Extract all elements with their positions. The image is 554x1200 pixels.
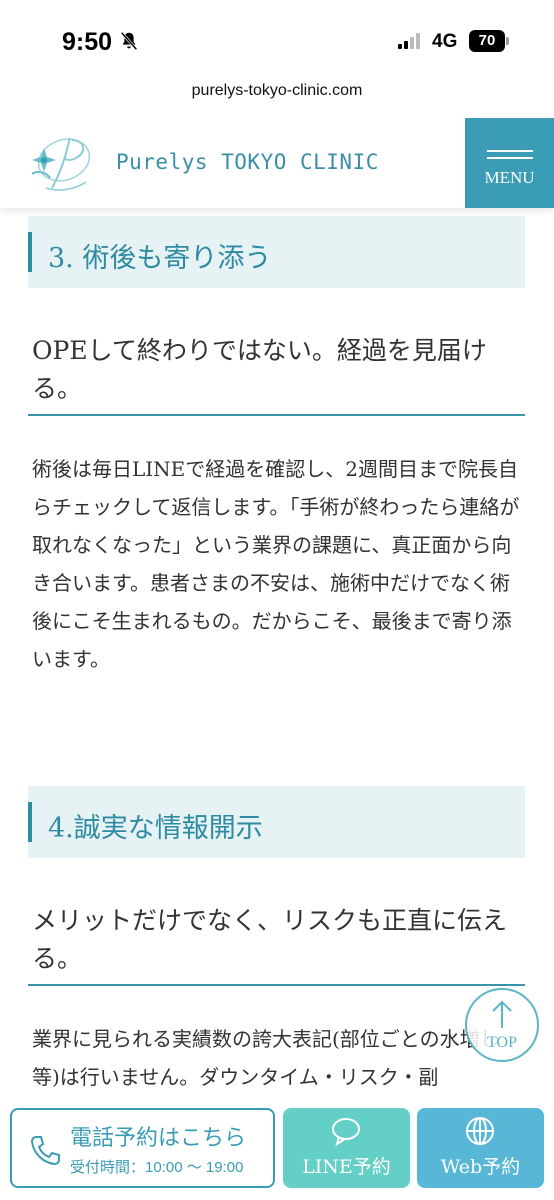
chat-bubble-icon [332,1118,360,1146]
section-subtitle: メリットだけでなく、リスクも正直に伝える。 [32,906,508,973]
globe-icon [466,1117,494,1145]
battery-icon: 70 [469,30,505,52]
network-type: 4G [432,31,458,52]
section-heading: 3. 術後も寄り添う [28,216,525,288]
site-name[interactable]: Purelys TOKYO CLINIC [116,150,379,174]
section-heading-text: 4.誠実な情報開示 [48,813,263,844]
phone-reservation-button[interactable]: 電話予約はこちら 受付時間：10:00 〜 19:00 [10,1108,275,1188]
section-divider [28,414,525,416]
section-heading: 4.誠実な情報開示 [28,786,525,858]
signal-icon [398,33,424,49]
site-header: Purelys TOKYO CLINIC MENU [0,118,554,208]
web-label: Web予約 [440,1156,521,1178]
back-to-top-button[interactable]: TOP [465,988,539,1062]
section-body: 術後は毎日LINEで経過を確認し、2週間目まで院長自らチェックして返信します。「… [32,457,520,671]
phone-label: 電話予約はこちら [70,1126,247,1151]
arrow-up-icon [492,1000,512,1028]
bell-slash-icon [120,31,138,51]
heading-accent-bar [28,232,32,272]
phone-icon [30,1136,60,1166]
hamburger-icon [487,150,533,164]
address-bar-url[interactable]: purelys-tokyo-clinic.com [0,82,554,100]
heading-accent-bar [28,802,32,842]
section-divider [28,984,525,986]
battery-tip [506,37,509,45]
line-label: LINE予約 [302,1156,391,1178]
status-time: 9:50 [62,28,113,56]
web-reservation-button[interactable]: Web予約 [417,1108,544,1188]
phone-hours: 受付時間：10:00 〜 19:00 [70,1159,244,1176]
status-bar: 9:50 4G 70 purelys-tokyo-clinic.com [0,0,554,99]
line-reservation-button[interactable]: LINE予約 [283,1108,410,1188]
bottom-action-bar: 電話予約はこちら 受付時間：10:00 〜 19:00 LINE予約 Web予約 [0,1100,554,1200]
section-heading-text: 3. 術後も寄り添う [48,243,272,274]
menu-button[interactable]: MENU [465,118,554,208]
section-body: 業界に見られる実績数の誇大表記(部位ごとの水増し等)は行いません。ダウンタイム・… [32,1027,500,1089]
clinic-logo-icon[interactable] [26,130,96,196]
menu-label: MENU [484,168,535,187]
top-label: TOP [487,1034,517,1051]
section-subtitle: OPEして終わりではない。経過を見届ける。 [32,336,487,403]
